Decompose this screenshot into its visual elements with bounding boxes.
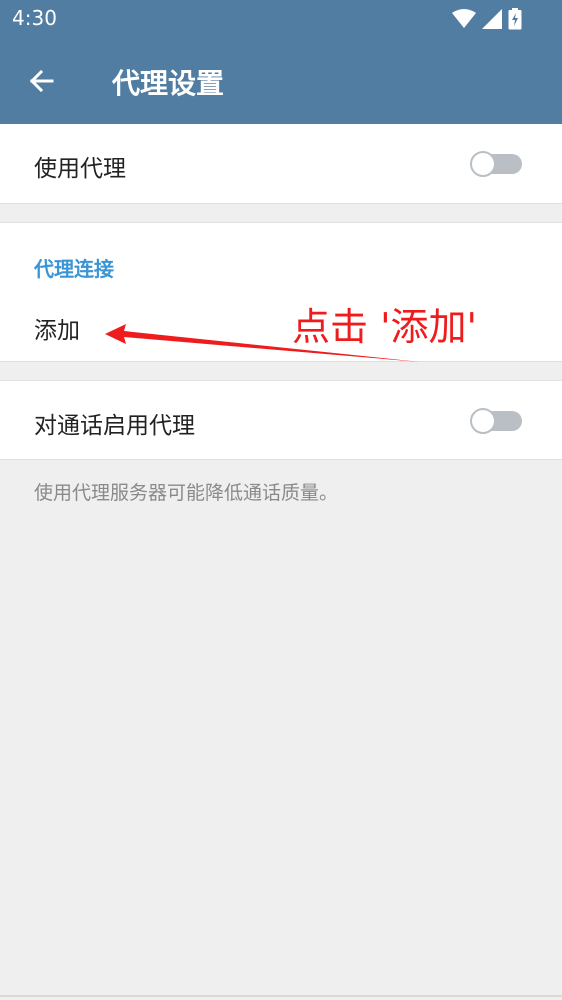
arrow-left-icon <box>29 69 54 93</box>
status-icons <box>452 8 522 30</box>
app-bar: 代理设置 <box>0 38 562 124</box>
use-proxy-row[interactable]: 使用代理 <box>0 124 562 204</box>
annotation-arrow <box>105 324 420 362</box>
wifi-icon <box>452 9 476 28</box>
add-proxy-label: 添加 <box>34 318 80 344</box>
calls-proxy-label: 对通话启用代理 <box>34 413 195 439</box>
status-bar: 4:30 <box>0 0 562 38</box>
calls-proxy-row[interactable]: 对通话启用代理 <box>0 380 562 460</box>
back-button[interactable] <box>22 61 62 101</box>
page-title: 代理设置 <box>112 67 225 100</box>
status-time: 4:30 <box>12 6 57 30</box>
battery-icon <box>508 8 522 30</box>
footnote: 使用代理服务器可能降低通话质量。 <box>34 482 339 504</box>
calls-proxy-toggle[interactable] <box>470 408 522 434</box>
use-proxy-toggle[interactable] <box>470 151 522 177</box>
use-proxy-label: 使用代理 <box>34 156 126 182</box>
toggle-knob <box>470 151 496 177</box>
toggle-knob <box>470 408 496 434</box>
proxy-connection-header: 代理连接 <box>34 257 114 281</box>
bottom-divider <box>0 995 562 997</box>
signal-icon <box>482 9 502 29</box>
